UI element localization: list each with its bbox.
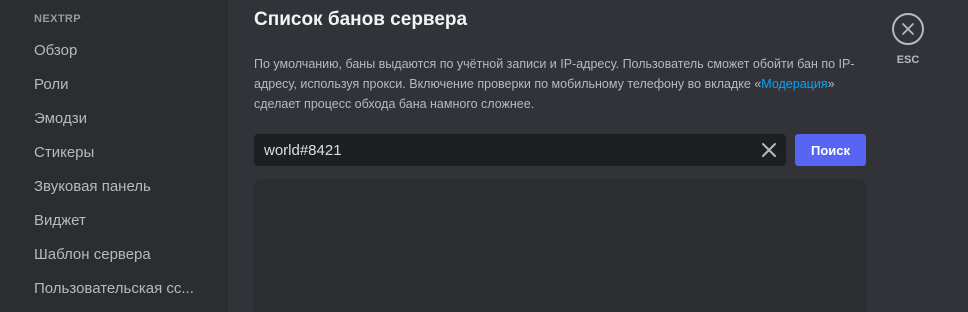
search-button[interactable]: Поиск [795, 134, 866, 166]
sidebar-item-server-template[interactable]: Шаблон сервера [26, 238, 222, 272]
sidebar-item-soundboard[interactable]: Звуковая панель [26, 170, 222, 204]
page-title: Список банов сервера [254, 9, 468, 30]
esc-label: ESC [896, 54, 920, 66]
ban-list-panel [254, 179, 866, 312]
server-name-header: NEXTRP [34, 13, 82, 25]
bans-content: Список банов сервера По умолчанию, баны … [228, 0, 968, 312]
moderation-link[interactable]: Модерация [761, 77, 827, 91]
sidebar-item-emoji[interactable]: Эмодзи [26, 102, 222, 136]
search-box [254, 134, 786, 166]
close-button[interactable] [892, 13, 924, 45]
sidebar-item-custom-invite-link[interactable]: Пользовательская сс... [26, 272, 222, 306]
server-settings-window: NEXTRP Обзор Роли Эмодзи Стикеры Звукова… [0, 0, 968, 312]
clear-icon[interactable] [760, 141, 778, 159]
sidebar-item-roles[interactable]: Роли [26, 68, 222, 102]
sidebar-item-stickers[interactable]: Стикеры [26, 136, 222, 170]
sidebar-item-overview[interactable]: Обзор [26, 34, 222, 68]
bans-description: По умолчанию, баны выдаются по учётной з… [254, 54, 864, 114]
sidebar-item-widget[interactable]: Виджет [26, 204, 222, 238]
search-input[interactable] [254, 134, 744, 166]
close-icon [902, 23, 914, 35]
close-control: ESC [890, 13, 926, 66]
sidebar-nav: Обзор Роли Эмодзи Стикеры Звуковая панел… [26, 34, 222, 306]
settings-sidebar: NEXTRP Обзор Роли Эмодзи Стикеры Звукова… [0, 0, 228, 312]
